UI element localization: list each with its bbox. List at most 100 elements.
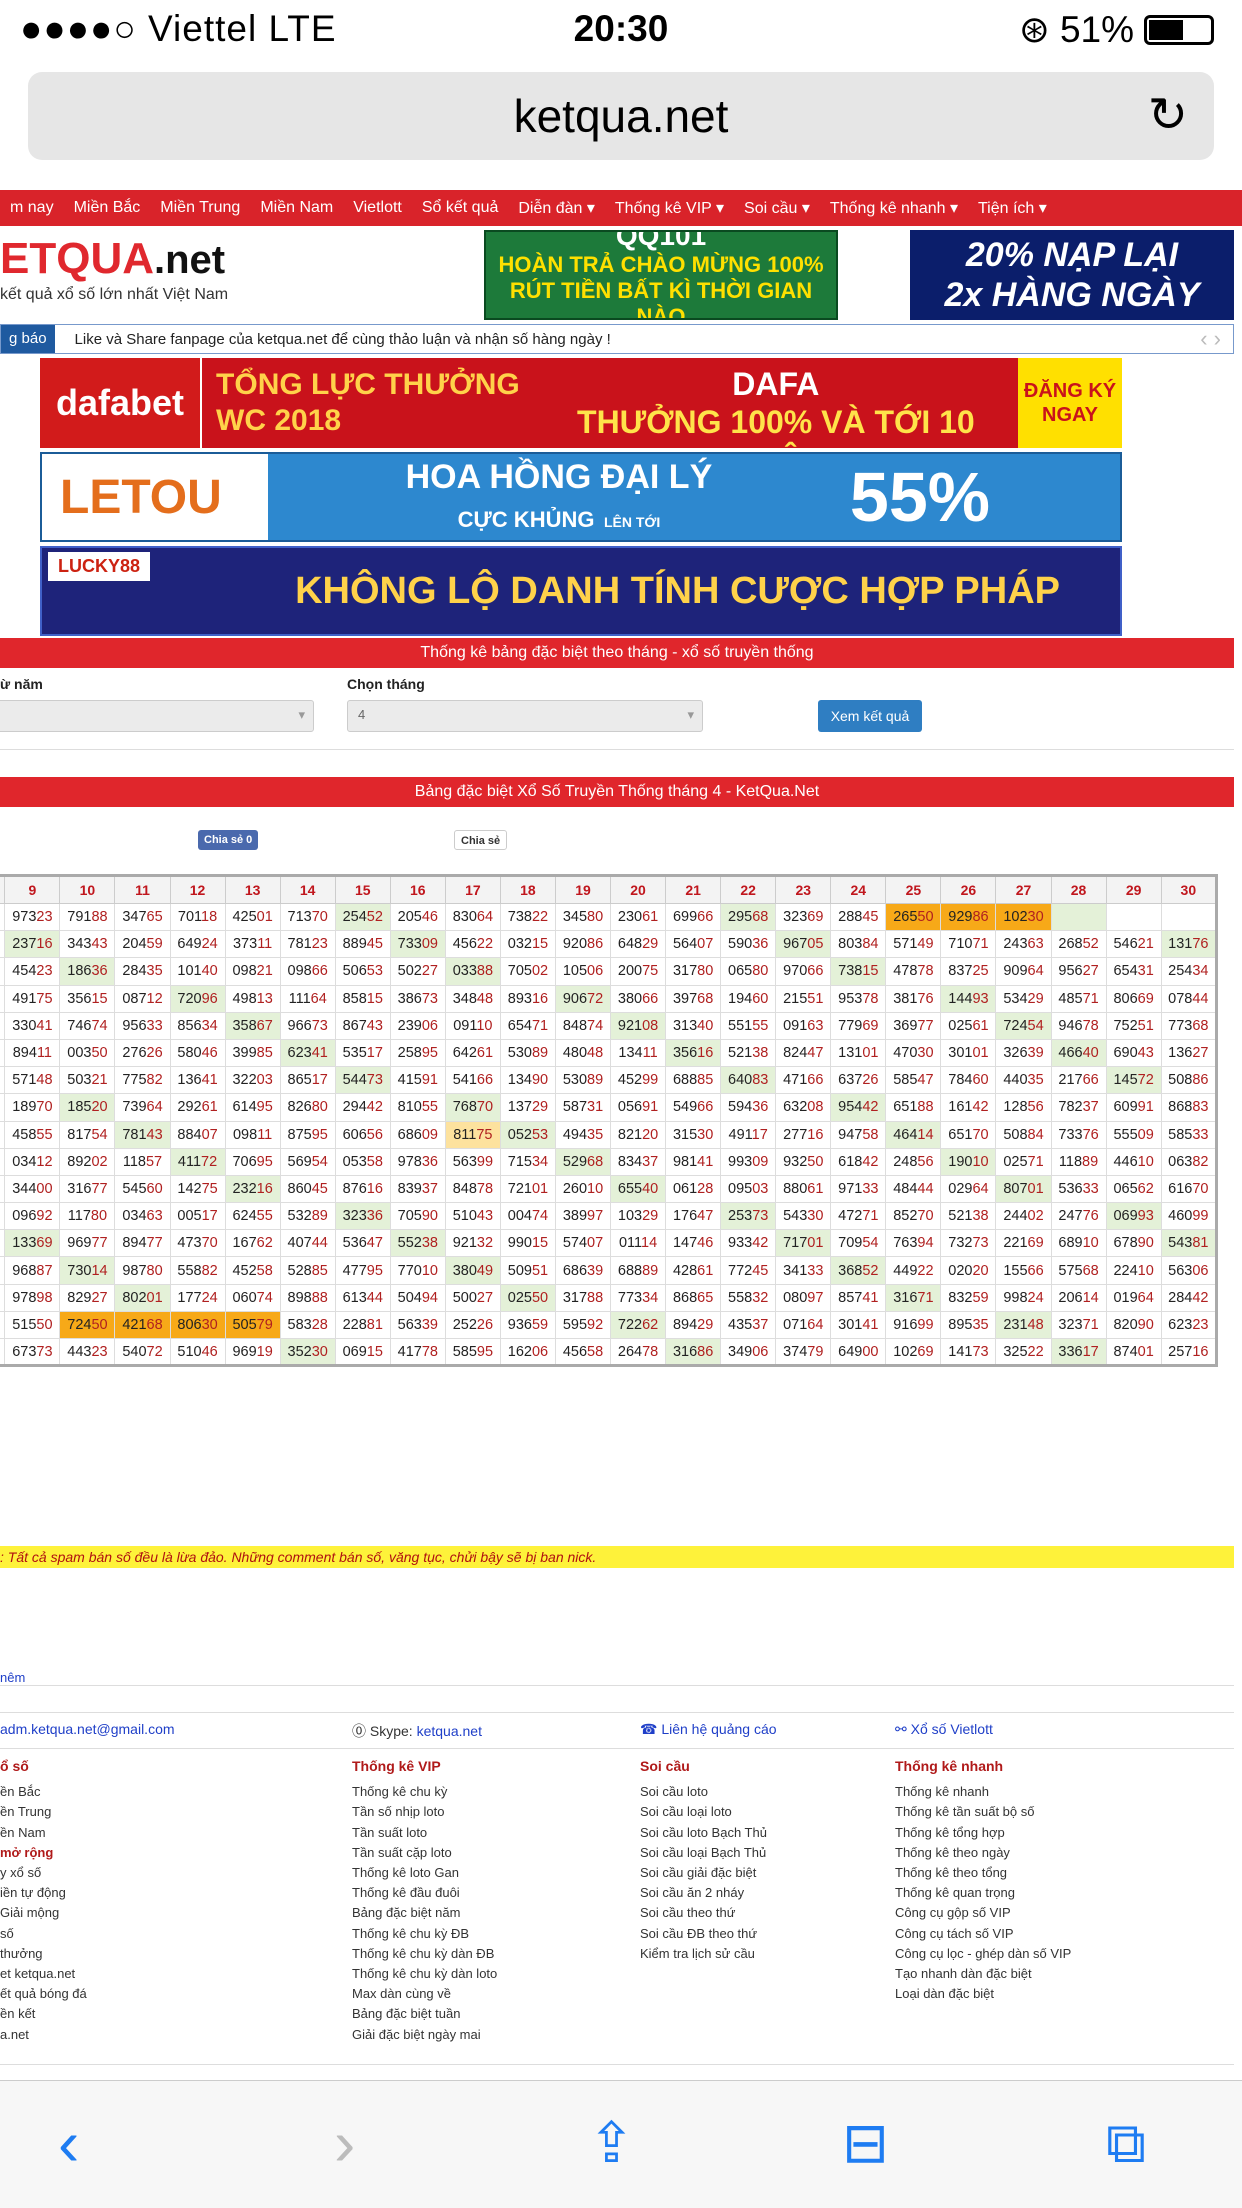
result-cell: 44323 (59, 1337, 116, 1367)
footer-link[interactable]: Thống kê tần suất bộ số (895, 1802, 1071, 1822)
result-cell: 24776 (1050, 1202, 1107, 1231)
nav-item[interactable]: Sổ kết quả (412, 199, 509, 217)
result-cell: 48571 (1050, 984, 1107, 1013)
nav-item[interactable]: Diễn đàn ▾ (508, 198, 605, 218)
footer-link[interactable]: Tần suất cặp loto (352, 1843, 497, 1863)
footer-link[interactable]: Thống kê đầu đuôi (352, 1883, 497, 1903)
footer-link[interactable]: Tần số nhịp loto (352, 1802, 497, 1822)
result-cell: 19010 (940, 1147, 997, 1176)
letou-ad[interactable]: LETOU HOA HỒNG ĐẠI LÝ CỰC KHỦNG LÊN TỚI … (40, 452, 1122, 542)
result-cell: 76870 (444, 1093, 501, 1122)
footer-link[interactable]: Soi cầu loại loto (640, 1802, 767, 1822)
nav-item[interactable]: m nay (0, 199, 64, 217)
footer-link[interactable]: iền tự động (0, 1883, 87, 1903)
contact-email[interactable]: adm.ketqua.net@gmail.com (0, 1721, 175, 1737)
footer-link[interactable]: ền kết (0, 2004, 87, 2024)
footer-link[interactable]: Thống kê theo ngày (895, 1843, 1071, 1863)
footer-link[interactable]: Soi cầu theo thứ (640, 1903, 767, 1923)
nav-item[interactable]: Vietlott (343, 199, 412, 217)
footer-link[interactable]: Giải đặc biệt ngày mai (352, 2025, 497, 2045)
footer-link[interactable]: Giải mộng (0, 1903, 87, 1923)
footer-link[interactable]: Soi cầu giải đặc biệt (640, 1863, 767, 1883)
nav-item[interactable]: Tiện ích ▾ (968, 198, 1057, 218)
address-bar[interactable]: ketqua.net ↻ (28, 72, 1214, 160)
back-icon[interactable]: ‹ (58, 2111, 79, 2175)
result-cell: 23061 (610, 902, 667, 932)
footer-link[interactable]: Tạo nhanh dàn đặc biệt (895, 1964, 1071, 1984)
footer-link[interactable]: a.net (0, 2025, 87, 2045)
share-icon[interactable]: ⇪ (588, 2111, 635, 2175)
nav-item[interactable]: Soi cầu ▾ (734, 198, 820, 218)
ticker-text[interactable]: Like và Share fanpage của ketqua.net để … (75, 331, 611, 348)
footer-link[interactable]: ền Bắc (0, 1782, 87, 1802)
footer-link[interactable]: Thống kê nhanh (895, 1782, 1071, 1802)
footer-link[interactable]: Thống kê chu kỳ (352, 1782, 497, 1802)
register-button[interactable]: ĐĂNG KÝ NGAY (1018, 358, 1122, 448)
footer-link[interactable]: ết quả bóng đá (0, 1984, 87, 2004)
footer-link[interactable]: thưởng (0, 1944, 87, 1964)
reload-icon[interactable]: ↻ (1148, 92, 1188, 140)
contact-ads[interactable]: ☎ Liên hệ quảng cáo (640, 1721, 777, 1738)
footer-link[interactable]: Công cụ lọc - ghép dàn số VIP (895, 1944, 1071, 1964)
footer-link[interactable]: Max dàn cùng về (352, 1984, 497, 2004)
result-cell: 68910 (1050, 1229, 1107, 1258)
month-select[interactable]: 4 (347, 700, 703, 732)
footer-link[interactable]: Bảng đặc biệt tuần (352, 2004, 497, 2024)
nav-item[interactable]: Miền Nam (250, 199, 343, 217)
footer-link[interactable]: Loại dàn đặc biệt (895, 1984, 1071, 2004)
view-results-button[interactable]: Xem kết quả (818, 700, 922, 732)
table-row: 8973237918834765701184250171370254522054… (0, 902, 1218, 932)
year-select[interactable] (0, 700, 314, 732)
nav-item[interactable]: Thống kê VIP ▾ (605, 198, 734, 218)
footer-link[interactable]: Thống kê loto Gan (352, 1863, 497, 1883)
qq101-banner[interactable]: QQ101 HOÀN TRẢ CHÀO MỪNG 100% RÚT TIỀN B… (484, 230, 838, 320)
footer-link[interactable]: Công cụ gộp số VIP (895, 1903, 1071, 1923)
facebook-share-button[interactable]: Chia sẻ 0 (198, 830, 259, 850)
footer-link[interactable]: Soi cầu loại Bạch Thủ (640, 1843, 767, 1863)
dafabet-ad[interactable]: dafabet TỔNG LỰC THƯỞNGWC 2018 THỂ THAO … (40, 358, 1122, 448)
footer-link[interactable]: Thống kê theo tổng (895, 1863, 1071, 1883)
footer-link[interactable]: Bảng đặc biệt năm (352, 1903, 497, 1923)
result-cell: 78237 (1050, 1093, 1107, 1122)
ticker-arrows-icon[interactable]: ‹ › (1200, 326, 1221, 352)
result-cell: 90964 (995, 957, 1052, 986)
result-cell: 55238 (389, 1229, 446, 1258)
footer-link[interactable]: y xổ số (0, 1863, 87, 1883)
site-logo[interactable]: ETQUA.net kết quả xổ số lớn nhất Việt Na… (0, 234, 228, 303)
result-cell: 88061 (775, 1174, 832, 1204)
skype-link[interactable]: ketqua.net (417, 1723, 482, 1739)
forward-icon[interactable]: › (334, 2111, 355, 2175)
footer-heading: Thống kê VIP (352, 1758, 441, 1774)
result-cell: 64924 (169, 930, 226, 959)
result-cell: 72101 (499, 1174, 556, 1204)
footer-link[interactable]: Soi cầu ăn 2 nháy (640, 1883, 767, 1903)
tabs-icon[interactable]: ⧉ (1106, 2111, 1146, 2175)
contact-vietlott[interactable]: ⚯ Xổ số Vietlott (895, 1721, 993, 1738)
footer-link[interactable]: Soi cầu loto (640, 1782, 767, 1802)
nap-lai-banner[interactable]: 20% NẠP LẠI 2x HÀNG NGÀY (910, 230, 1234, 320)
footer-link[interactable]: et ketqua.net (0, 1964, 87, 1984)
more-link[interactable]: nêm (0, 1670, 25, 1685)
footer-link[interactable]: Thống kê chu kỳ dàn loto (352, 1964, 497, 1984)
lucky88-ad[interactable]: LUCKY88 KHÔNG LỘ DANH TÍNH CƯỢC HỢP PHÁP (40, 546, 1122, 636)
footer-link[interactable]: Thống kê tổng hợp (895, 1823, 1071, 1843)
vietlott-link[interactable]: Xổ số Vietlott (911, 1721, 993, 1737)
footer-link[interactable]: số (0, 1924, 87, 1944)
footer-link[interactable]: ền Trung (0, 1802, 87, 1822)
footer-link[interactable]: ền Nam (0, 1823, 87, 1843)
ads-link[interactable]: Liên hệ quảng cáo (661, 1721, 776, 1737)
footer-link[interactable]: Soi cầu loto Bạch Thủ (640, 1823, 767, 1843)
footer-link[interactable]: Thống kê chu kỳ ĐB (352, 1924, 497, 1944)
footer-link[interactable]: Công cụ tách số VIP (895, 1924, 1071, 1944)
result-cell: 69043 (1105, 1038, 1162, 1068)
footer-link[interactable]: Kiểm tra lịch sử cầu (640, 1944, 767, 1964)
footer-link[interactable]: Thống kê chu kỳ dàn ĐB (352, 1944, 497, 1964)
footer-link[interactable]: Thống kê quan trọng (895, 1883, 1071, 1903)
bookmarks-icon[interactable]: ⊟ (842, 2111, 889, 2175)
gplus-share-button[interactable]: Chia sẻ (454, 830, 508, 850)
nav-item[interactable]: Miền Bắc (64, 199, 151, 217)
footer-link[interactable]: Tần suất loto (352, 1823, 497, 1843)
footer-link[interactable]: Soi cầu ĐB theo thứ (640, 1924, 767, 1944)
nav-item[interactable]: Thống kê nhanh ▾ (820, 198, 968, 218)
nav-item[interactable]: Miền Trung (150, 199, 250, 217)
